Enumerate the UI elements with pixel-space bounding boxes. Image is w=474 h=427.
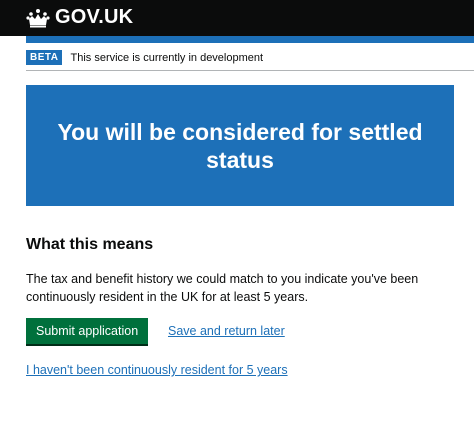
page: GOV.UK BETA This service is currently in…	[0, 0, 474, 427]
section-heading: What this means	[26, 236, 154, 253]
phase-banner-text: This service is currently in development	[70, 51, 264, 64]
logo-text: GOV.UK	[55, 6, 134, 28]
phase-banner: BETA This service is currently in develo…	[26, 50, 263, 65]
header-blue-bar	[26, 36, 474, 43]
submit-application-button[interactable]: Submit application	[26, 318, 149, 344]
phase-divider	[26, 70, 474, 71]
body-paragraph: The tax and benefit history we could mat…	[26, 272, 419, 304]
confirmation-panel: You will be considered for settled statu…	[26, 85, 454, 206]
beta-tag: BETA	[26, 50, 63, 65]
crown-icon	[26, 8, 50, 27]
panel-title: You will be considered for settled statu…	[57, 118, 423, 173]
site-header: GOV.UK	[0, 0, 474, 36]
govuk-logo-link[interactable]: GOV.UK	[26, 6, 133, 29]
save-and-return-link[interactable]: Save and return later	[168, 324, 285, 338]
not-resident-link[interactable]: I haven't been continuously resident for…	[26, 363, 288, 377]
